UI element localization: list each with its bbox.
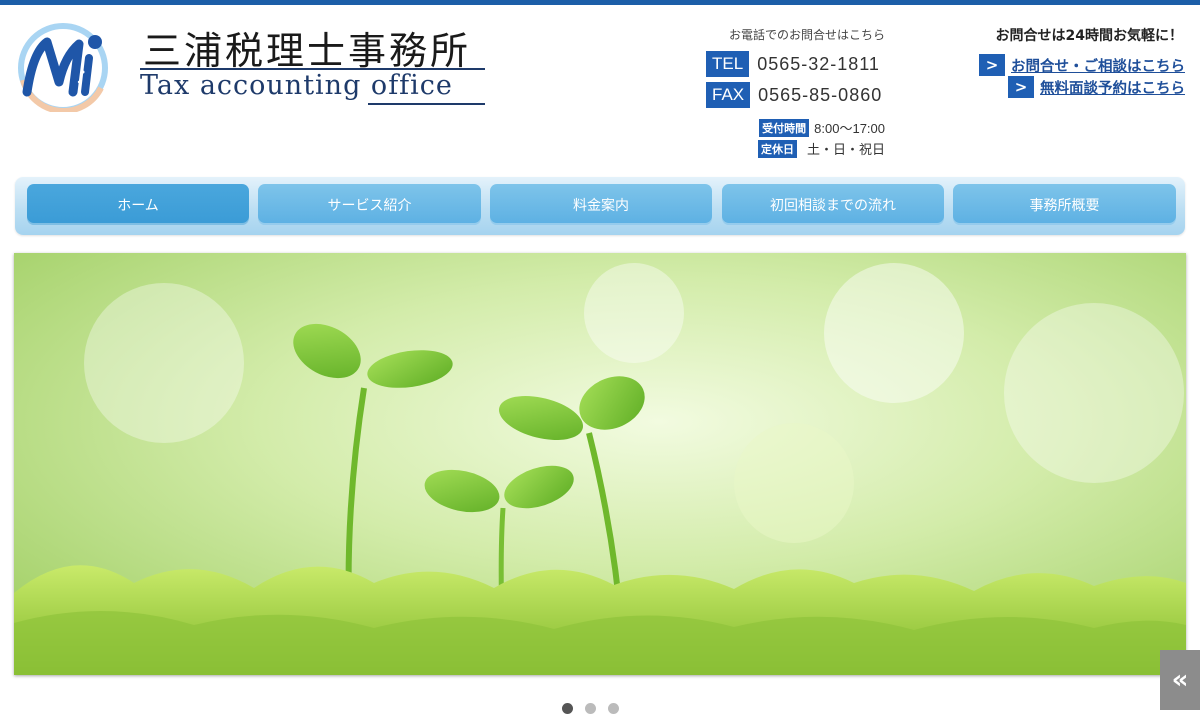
slider-dots bbox=[562, 703, 619, 714]
contact-link-row[interactable]: > お問合せ・ご相談はこちら bbox=[979, 54, 1185, 76]
nav-item-consultation-flow[interactable]: 初回相談までの流れ bbox=[722, 184, 944, 225]
top-accent-bar bbox=[0, 0, 1200, 5]
slider-dot-1[interactable] bbox=[562, 703, 573, 714]
closed-value: 土・日・祝日 bbox=[806, 142, 885, 157]
slider-dot-2[interactable] bbox=[585, 703, 596, 714]
phone-caption: お電話でのお問合せはこちら bbox=[728, 28, 885, 42]
tel-number[interactable]: 0565-32-1811 bbox=[757, 54, 880, 75]
hours-label: 受付時間 bbox=[759, 118, 810, 137]
fax-number: 0565-85-0860 bbox=[758, 84, 883, 105]
logo-mark-icon bbox=[18, 23, 108, 112]
nav-item-services[interactable]: サービス紹介 bbox=[258, 184, 481, 225]
hours-value: 8:00〜17:00 bbox=[814, 121, 885, 136]
closed-row: 定休日 土・日・祝日 bbox=[757, 139, 885, 158]
hours-row: 受付時間 8:00〜17:00 bbox=[759, 118, 885, 137]
main-nav: ホーム サービス紹介 料金案内 初回相談までの流れ 事務所概要 bbox=[15, 177, 1185, 235]
closed-label: 定休日 bbox=[757, 139, 797, 158]
tel-row: TEL 0565-32-1811 bbox=[706, 51, 880, 77]
fax-label: FAX bbox=[706, 82, 751, 108]
hero-slider[interactable] bbox=[14, 253, 1186, 675]
contact-caption: お問合せは24時間お気軽に！ bbox=[995, 28, 1183, 44]
logo-title[interactable]: 三浦税理士事務所 bbox=[143, 20, 471, 75]
nav-item-pricing[interactable]: 料金案内 bbox=[490, 184, 712, 225]
slider-dot-3[interactable] bbox=[608, 703, 619, 714]
arrow-right-icon: > bbox=[979, 54, 1005, 76]
logo-subtitle: Tax accounting office bbox=[140, 70, 453, 101]
scroll-top-button[interactable]: « bbox=[1160, 650, 1200, 710]
logo-divider-lower bbox=[368, 103, 485, 105]
contact-inquiry-link[interactable]: お問合せ・ご相談はこちら bbox=[1011, 55, 1185, 76]
free-consultation-link[interactable]: 無料面談予約はこちら bbox=[1040, 77, 1185, 98]
arrow-right-icon: > bbox=[1008, 76, 1034, 98]
consult-link-row[interactable]: > 無料面談予約はこちら bbox=[1008, 76, 1185, 98]
nav-item-office-overview[interactable]: 事務所概要 bbox=[953, 184, 1176, 225]
fax-row: FAX 0565-85-0860 bbox=[706, 82, 882, 108]
nav-item-home[interactable]: ホーム bbox=[27, 184, 249, 225]
tel-label: TEL bbox=[706, 51, 750, 77]
hero-sprout-image bbox=[14, 253, 1186, 675]
